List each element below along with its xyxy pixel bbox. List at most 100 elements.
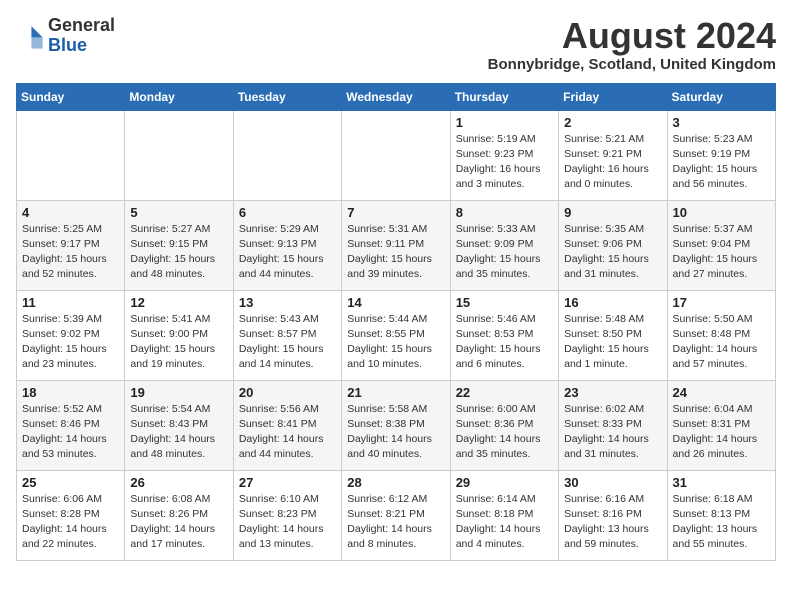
day-number: 11 [22,295,119,310]
day-number: 15 [456,295,553,310]
day-info-line: Daylight: 13 hours [564,522,661,537]
day-info-line: Sunset: 8:38 PM [347,417,444,432]
day-info: Sunrise: 5:37 AMSunset: 9:04 PMDaylight:… [673,222,770,283]
day-info-line: and 57 minutes. [673,357,770,372]
day-info-line: Sunrise: 5:58 AM [347,402,444,417]
day-info-line: and 0 minutes. [564,177,661,192]
day-info-line: Daylight: 15 hours [673,162,770,177]
day-number: 16 [564,295,661,310]
day-number: 8 [456,205,553,220]
calendar-cell: 4Sunrise: 5:25 AMSunset: 9:17 PMDaylight… [17,200,125,290]
day-number: 20 [239,385,336,400]
day-info-line: Daylight: 14 hours [239,522,336,537]
calendar-body: 1Sunrise: 5:19 AMSunset: 9:23 PMDaylight… [17,110,776,560]
weekday-header: Friday [559,83,667,110]
day-info-line: Sunrise: 5:41 AM [130,312,227,327]
day-info-line: Sunset: 8:18 PM [456,507,553,522]
day-info-line: Sunset: 8:46 PM [22,417,119,432]
calendar-week-row: 4Sunrise: 5:25 AMSunset: 9:17 PMDaylight… [17,200,776,290]
day-info-line: Sunset: 8:23 PM [239,507,336,522]
day-info-line: Sunrise: 6:16 AM [564,492,661,507]
weekday-header: Saturday [667,83,775,110]
calendar-cell: 10Sunrise: 5:37 AMSunset: 9:04 PMDayligh… [667,200,775,290]
day-info: Sunrise: 5:43 AMSunset: 8:57 PMDaylight:… [239,312,336,373]
day-info-line: and 44 minutes. [239,267,336,282]
day-info-line: Sunrise: 5:52 AM [22,402,119,417]
day-info-line: Sunset: 8:48 PM [673,327,770,342]
day-info-line: Daylight: 14 hours [22,522,119,537]
day-info-line: Daylight: 15 hours [673,252,770,267]
day-info: Sunrise: 5:33 AMSunset: 9:09 PMDaylight:… [456,222,553,283]
day-info-line: and 35 minutes. [456,447,553,462]
day-info-line: Sunset: 8:26 PM [130,507,227,522]
day-info-line: Sunrise: 5:56 AM [239,402,336,417]
day-info-line: and 8 minutes. [347,537,444,552]
calendar-cell: 29Sunrise: 6:14 AMSunset: 8:18 PMDayligh… [450,470,558,560]
calendar-cell: 8 Sunrise: 5:33 AMSunset: 9:09 PMDaylight… [450,200,558,290]
day-number: 3 [673,115,770,130]
weekday-header: Sunday [17,83,125,110]
calendar-cell: 30Sunrise: 6:16 AMSunset: 8:16 PMDayligh… [559,470,667,560]
day-info-line: Daylight: 16 hours [564,162,661,177]
day-info-line: Daylight: 14 hours [456,432,553,447]
day-info-line: Sunset: 8:53 PM [456,327,553,342]
day-info-line: Daylight: 15 hours [456,252,553,267]
weekday-header: Thursday [450,83,558,110]
day-info-line: Sunset: 9:21 PM [564,147,661,162]
calendar-cell [125,110,233,200]
day-info-line: and 23 minutes. [22,357,119,372]
day-info-line: Sunset: 9:13 PM [239,237,336,252]
day-number: 23 [564,385,661,400]
calendar-cell: 20Sunrise: 5:56 AMSunset: 8:41 PMDayligh… [233,380,341,470]
logo-general: General [48,15,115,35]
day-info-line: Daylight: 15 hours [456,342,553,357]
day-info-line: Sunrise: 5:43 AM [239,312,336,327]
day-info: Sunrise: 6:12 AMSunset: 8:21 PMDaylight:… [347,492,444,553]
calendar-cell: 18Sunrise: 5:52 AMSunset: 8:46 PMDayligh… [17,380,125,470]
day-info-line: and 22 minutes. [22,537,119,552]
day-info-line: Sunrise: 5:35 AM [564,222,661,237]
calendar-week-row: 1Sunrise: 5:19 AMSunset: 9:23 PMDaylight… [17,110,776,200]
day-number: 28 [347,475,444,490]
day-info-line: Sunrise: 5:19 AM [456,132,553,147]
day-info-line: and 1 minute. [564,357,661,372]
day-info-line: Sunset: 8:41 PM [239,417,336,432]
day-info: Sunrise: 5:31 AMSunset: 9:11 PMDaylight:… [347,222,444,283]
day-info-line: Sunrise: 5:37 AM [673,222,770,237]
day-info-line: Daylight: 15 hours [130,252,227,267]
day-info-line: Daylight: 16 hours [456,162,553,177]
day-info: Sunrise: 5:52 AMSunset: 8:46 PMDaylight:… [22,402,119,463]
calendar-cell: 7Sunrise: 5:31 AMSunset: 9:11 PMDaylight… [342,200,450,290]
calendar-cell [17,110,125,200]
day-info-line: Sunset: 9:15 PM [130,237,227,252]
calendar-cell: 19Sunrise: 5:54 AMSunset: 8:43 PMDayligh… [125,380,233,470]
calendar-cell: 31Sunrise: 6:18 AMSunset: 8:13 PMDayligh… [667,470,775,560]
day-info-line: Daylight: 14 hours [456,522,553,537]
day-info-line: and 17 minutes. [130,537,227,552]
day-info-line: Daylight: 15 hours [22,252,119,267]
day-info-line: Daylight: 15 hours [130,342,227,357]
day-number: 14 [347,295,444,310]
day-number: 5 [130,205,227,220]
day-info-line: Sunset: 8:28 PM [22,507,119,522]
day-info-line: Sunset: 9:06 PM [564,237,661,252]
day-info-line: and 35 minutes. [456,267,553,282]
day-info-line: and 27 minutes. [673,267,770,282]
day-info: Sunrise: 5:25 AMSunset: 9:17 PMDaylight:… [22,222,119,283]
day-info-line: Sunrise: 5:39 AM [22,312,119,327]
day-info-line: Sunset: 8:43 PM [130,417,227,432]
day-number: 2 [564,115,661,130]
calendar-cell: 15Sunrise: 5:46 AMSunset: 8:53 PMDayligh… [450,290,558,380]
day-info-line: and 6 minutes. [456,357,553,372]
logo-text: General Blue [48,16,115,56]
day-info-line: Sunset: 8:36 PM [456,417,553,432]
calendar-cell: 3Sunrise: 5:23 AMSunset: 9:19 PMDaylight… [667,110,775,200]
day-number: 9 [564,205,661,220]
calendar-week-row: 11Sunrise: 5:39 AMSunset: 9:02 PMDayligh… [17,290,776,380]
day-info-line: Daylight: 15 hours [564,252,661,267]
weekday-header: Tuesday [233,83,341,110]
weekday-header: Wednesday [342,83,450,110]
calendar-cell: 6Sunrise: 5:29 AMSunset: 9:13 PMDaylight… [233,200,341,290]
day-number: 25 [22,475,119,490]
calendar-cell [342,110,450,200]
